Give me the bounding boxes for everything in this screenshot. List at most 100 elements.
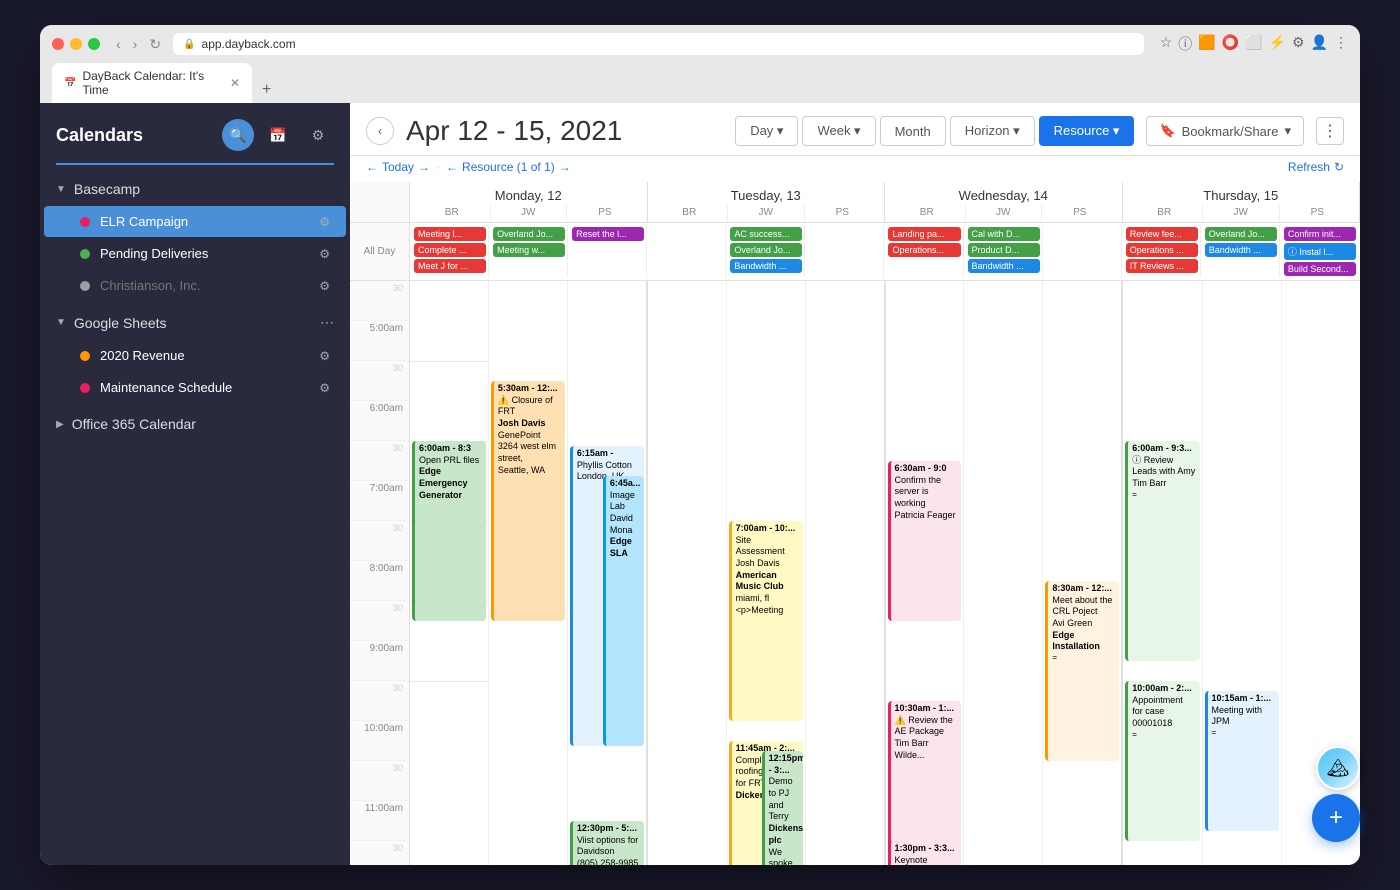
allday-event[interactable]: Complete ...: [414, 243, 486, 257]
allday-event[interactable]: AC success...: [730, 227, 802, 241]
allday-event[interactable]: Overland Jo...: [730, 243, 802, 257]
extension-icon-1[interactable]: 🟧: [1198, 34, 1215, 54]
allday-event[interactable]: Overland Jo...: [1205, 227, 1277, 241]
sidebar-item-maintenance[interactable]: Maintenance Schedule ⚙: [44, 372, 346, 403]
allday-event[interactable]: Meeting w...: [493, 243, 565, 257]
forward-button[interactable]: ›: [129, 34, 142, 55]
sidebar-item-revenue[interactable]: 2020 Revenue ⚙: [44, 340, 346, 371]
event-keynote[interactable]: 1:30pm - 3:3... Keynote rehearsal Jack R…: [888, 841, 962, 865]
extension-icon-3[interactable]: ⬜: [1245, 34, 1262, 54]
allday-event[interactable]: Meeting l...: [414, 227, 486, 241]
reload-button[interactable]: ↻: [145, 34, 165, 55]
resource-br-wed: BR: [889, 205, 966, 222]
group-header-google-sheets[interactable]: ▼ Google Sheets ⋯: [40, 306, 350, 339]
next-resource-arrow[interactable]: →: [559, 160, 571, 174]
resource-nav[interactable]: Resource (1 of 1): [462, 160, 555, 174]
group-header-office365[interactable]: ▶ Office 365 Calendar: [40, 408, 350, 440]
horizon-view-button[interactable]: Horizon ▾: [950, 116, 1035, 146]
group-header-basecamp[interactable]: ▼ Basecamp: [40, 173, 350, 205]
calendar-view-button[interactable]: 📅: [262, 119, 294, 151]
allday-event[interactable]: Cal with D...: [968, 227, 1040, 241]
allday-event[interactable]: Bandwidth ...: [1205, 243, 1277, 257]
allday-event[interactable]: Landing pa...: [888, 227, 960, 241]
bookmark-share-button[interactable]: 🔖 Bookmark/Share ▾: [1146, 116, 1304, 146]
event-open-prl[interactable]: 6:00am - 8:3 Open PRL files Edge Emergen…: [412, 441, 486, 621]
calendar-gear-icon[interactable]: ⚙: [319, 247, 330, 261]
allday-event[interactable]: Bandwidth ...: [968, 259, 1040, 273]
event-meet-crl[interactable]: 8:30am - 12:... Meet about the CRL Pojec…: [1045, 581, 1119, 761]
allday-event[interactable]: Confirm init...: [1284, 227, 1356, 241]
group-office365: ▶ Office 365 Calendar: [40, 408, 350, 440]
allday-row: All Day Meeting l... Complete ... Meet J…: [350, 223, 1360, 281]
tab-close-button[interactable]: ✕: [230, 76, 240, 90]
resource-lane-monday-ps: 6:15am - Phyllis Cotton London, UK 6:45a…: [568, 281, 647, 865]
allday-event[interactable]: Build Second...: [1284, 262, 1356, 276]
allday-event[interactable]: Bandwidth ...: [730, 259, 802, 273]
event-site-assessment[interactable]: 7:00am - 10:... Site Assessment Josh Dav…: [729, 521, 803, 721]
allday-event[interactable]: Overland Jo...: [493, 227, 565, 241]
avatar-button[interactable]: 🏔: [1316, 746, 1360, 790]
day-column-monday: 6:00am - 8:3 Open PRL files Edge Emergen…: [410, 281, 648, 865]
more-options-button[interactable]: ⋮: [1316, 117, 1344, 145]
event-review-leads[interactable]: 6:00am - 9:3... ⓘ Review Leads with Amy …: [1125, 441, 1199, 661]
minimize-button[interactable]: [70, 38, 82, 50]
sidebar-item-pending[interactable]: Pending Deliveries ⚙: [44, 238, 346, 269]
sidebar-item-elr[interactable]: ELR Campaign ⚙: [44, 206, 346, 237]
allday-event[interactable]: Product D...: [968, 243, 1040, 257]
today-link[interactable]: Today: [382, 160, 414, 174]
event-viist-davidson[interactable]: 12:30pm - 5:... Viist options for Davids…: [570, 821, 644, 865]
day-view-button[interactable]: Day ▾: [735, 116, 798, 146]
calendar-gear-icon[interactable]: ⚙: [319, 381, 330, 395]
new-tab-button[interactable]: +: [254, 77, 279, 103]
group-more-icon[interactable]: ⋯: [320, 314, 334, 331]
allday-event[interactable]: Reset the l...: [572, 227, 644, 241]
allday-monday-jw: Overland Jo... Meeting w...: [491, 225, 568, 278]
calendar-gear-icon[interactable]: ⚙: [319, 279, 330, 293]
active-tab[interactable]: 📅 DayBack Calendar: It's Time ✕: [52, 63, 252, 103]
event-demo-pj[interactable]: 12:15pm - 3:... Demo to PJ and Terry Dic…: [762, 751, 803, 865]
prev-nav-arrow[interactable]: ←: [366, 160, 378, 174]
event-645am[interactable]: 6:45a... Image Lab David Mona Edge SLA: [603, 476, 644, 746]
event-confirm-server[interactable]: 6:30am - 9:0 Confirm the server is worki…: [888, 461, 962, 621]
add-event-button[interactable]: +: [1312, 794, 1360, 842]
allday-event[interactable]: Operations ...: [1126, 243, 1198, 257]
back-button[interactable]: ‹: [112, 34, 125, 55]
sidebar-divider: [56, 163, 334, 165]
event-meeting-jpm[interactable]: 10:15am - 1:... Meeting with JPM =: [1205, 691, 1279, 831]
settings-icon[interactable]: ⚙: [1292, 34, 1305, 54]
refresh-button[interactable]: Refresh ↻: [1288, 160, 1344, 174]
next-nav-arrow[interactable]: →: [418, 160, 430, 174]
calendar-gear-icon[interactable]: ⚙: [319, 349, 330, 363]
time-slot: 30: [350, 601, 409, 641]
extension-icon-4[interactable]: ⚡: [1269, 34, 1286, 54]
allday-event[interactable]: ⓘ Instal l...: [1284, 243, 1356, 260]
allday-event[interactable]: IT Reviews ...: [1126, 259, 1198, 273]
info-icon[interactable]: ⓘ: [1178, 34, 1192, 54]
week-view-button[interactable]: Week ▾: [802, 116, 875, 146]
profile-icon[interactable]: 👤: [1311, 34, 1328, 54]
calendar-gear-icon[interactable]: ⚙: [319, 215, 330, 229]
address-bar[interactable]: 🔒 app.dayback.com: [173, 33, 1144, 55]
event-closure-frt[interactable]: 5:30am - 12:... ⚠️ Closure of FRT Josh D…: [491, 381, 565, 621]
group-label-basecamp: Basecamp: [74, 181, 140, 197]
allday-event[interactable]: Meet J for ...: [414, 259, 486, 273]
extension-icon-2[interactable]: ⭕: [1222, 34, 1239, 54]
calendar-main: ‹ Apr 12 - 15, 2021 Day ▾ Week ▾ Month H…: [350, 103, 1360, 865]
prev-period-button[interactable]: ‹: [366, 117, 394, 145]
month-view-button[interactable]: Month: [880, 116, 946, 146]
group-basecamp: ▼ Basecamp ELR Campaign ⚙ Pending Delive…: [40, 173, 350, 302]
menu-icon[interactable]: ⋮: [1334, 34, 1348, 54]
prev-resource-arrow[interactable]: ←: [446, 160, 458, 174]
resource-lane-tuesday-ps: [806, 281, 885, 865]
allday-event[interactable]: Operations...: [888, 243, 960, 257]
bookmark-label: Bookmark/Share: [1182, 124, 1279, 139]
close-button[interactable]: [52, 38, 64, 50]
event-appointment[interactable]: 10:00am - 2:... Appointment for case 000…: [1125, 681, 1199, 841]
bookmark-icon[interactable]: ☆: [1160, 34, 1173, 54]
allday-event[interactable]: Review fee...: [1126, 227, 1198, 241]
search-button[interactable]: 🔍: [222, 119, 254, 151]
resource-view-button[interactable]: Resource ▾: [1039, 116, 1135, 146]
sidebar-settings-button[interactable]: ⚙: [302, 119, 334, 151]
sidebar-item-christianson[interactable]: Christianson, Inc. ⚙: [44, 270, 346, 301]
maximize-button[interactable]: [88, 38, 100, 50]
